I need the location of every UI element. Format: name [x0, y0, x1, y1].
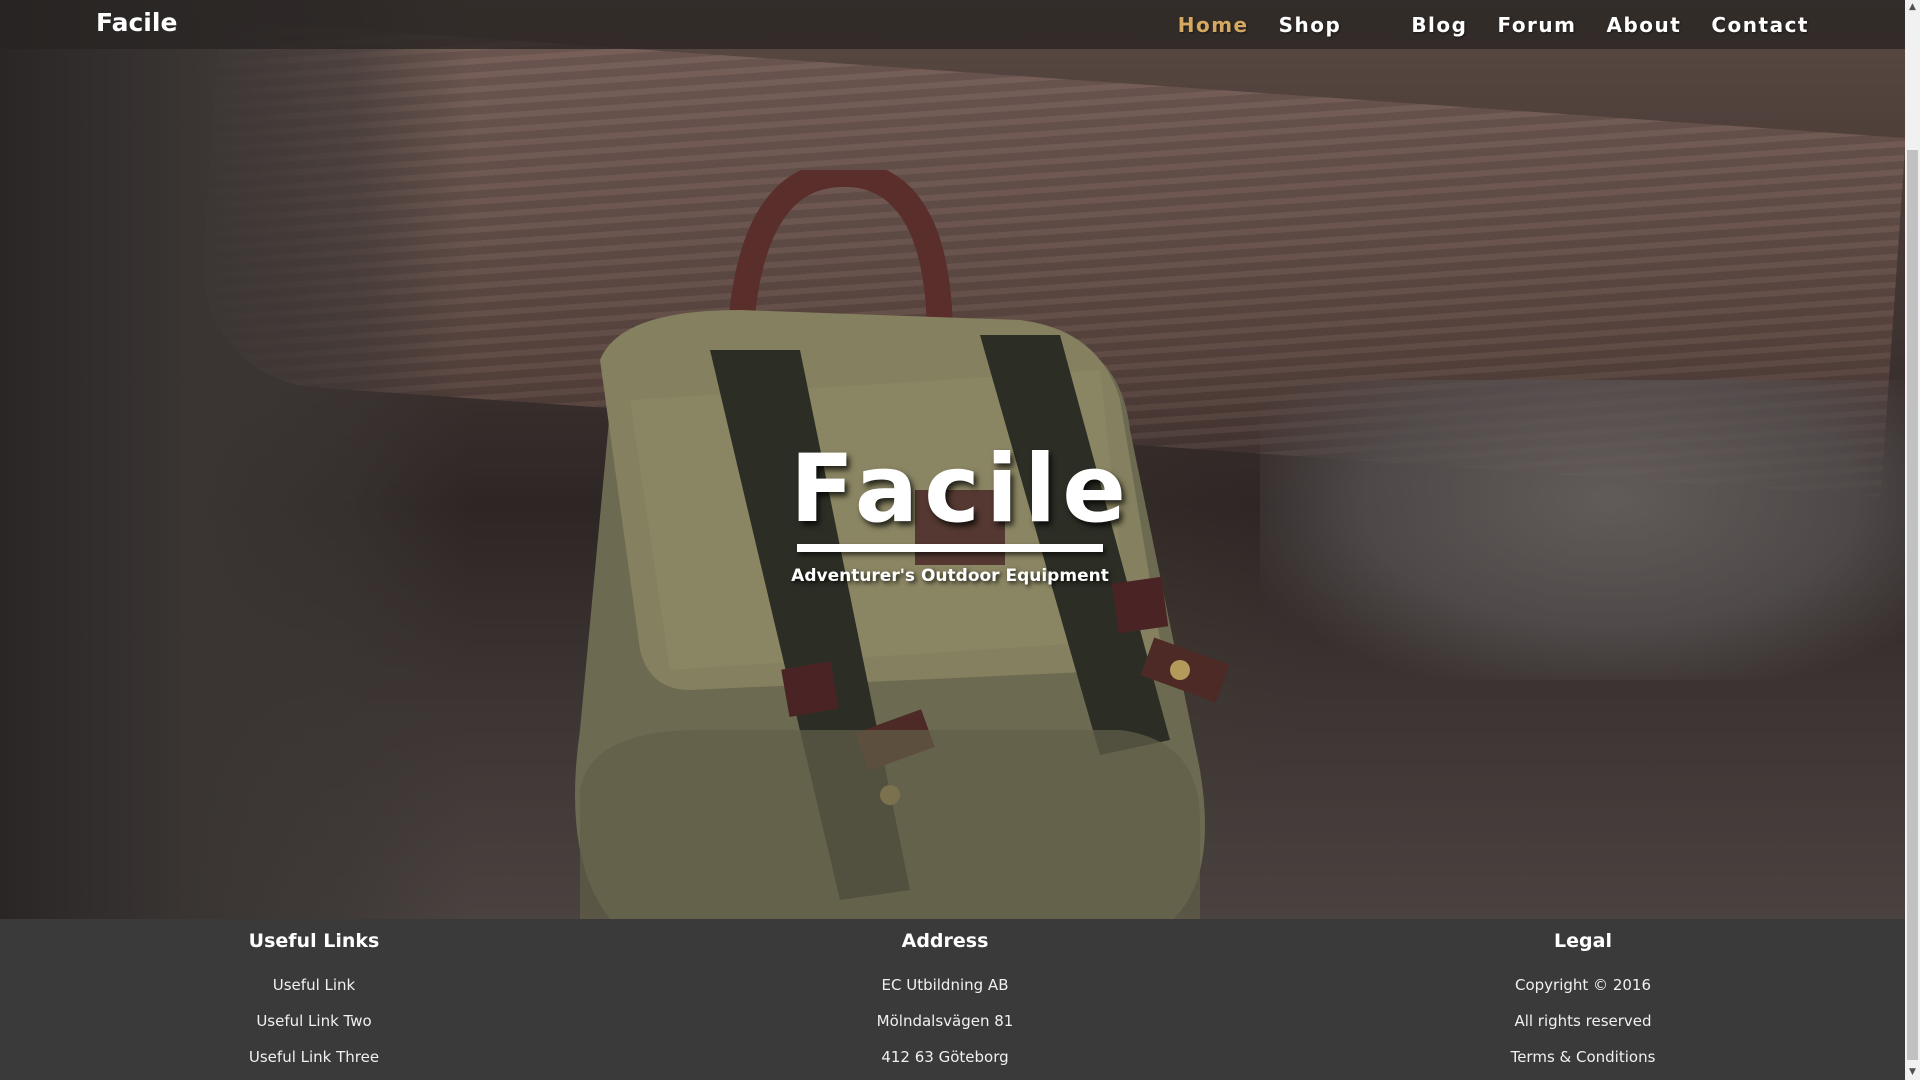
nav-links: Home Shop Blog Forum About Contact — [1148, 0, 1809, 49]
footer-link-useful-link-three[interactable]: Useful Link Three — [114, 1039, 514, 1075]
footer-address-company: EC Utbildning AB — [881, 976, 1009, 994]
hero-title-block: Facile Adventurer's Outdoor Equipment — [790, 435, 1133, 587]
footer-column-useful-links: Useful Links Useful Link Useful Link Two… — [114, 929, 514, 1075]
scroll-up-arrow-icon[interactable]: ▲ — [1905, 0, 1920, 15]
footer-rights: All rights reserved — [1514, 1012, 1652, 1030]
nav-link-about[interactable]: About — [1607, 13, 1682, 37]
footer-heading-useful-links: Useful Links — [248, 930, 380, 952]
hero-section: Facile Adventurer's Outdoor Equipment — [0, 0, 1905, 919]
scrollbar-thumb[interactable] — [1907, 150, 1918, 1060]
footer-heading-legal: Legal — [1554, 930, 1612, 952]
footer-column-address: Address EC Utbildning AB Mölndalsvägen 8… — [745, 929, 1145, 1075]
nav-link-home[interactable]: Home — [1178, 13, 1249, 37]
hero-background-tree — [0, 0, 470, 919]
hero-subtitle: Adventurer's Outdoor Equipment — [791, 566, 1109, 586]
footer-address-street: Mölndalsvägen 81 — [876, 1012, 1014, 1030]
nav-link-forum[interactable]: Forum — [1497, 13, 1576, 37]
nav-link-blog[interactable]: Blog — [1411, 13, 1467, 37]
footer-link-useful-link[interactable]: Useful Link — [114, 967, 514, 1003]
footer-address-city: 412 63 Göteborg — [881, 1048, 1009, 1066]
hero-title-underline — [797, 544, 1103, 552]
vertical-scrollbar[interactable]: ▲ ▼ — [1905, 0, 1920, 1080]
footer-copyright: Copyright © 2016 — [1514, 976, 1651, 994]
footer-link-terms[interactable]: Terms & Conditions — [1383, 1039, 1783, 1075]
brand-logo-link[interactable]: Facile — [96, 8, 177, 37]
page-footer: Useful Links Useful Link Useful Link Two… — [0, 919, 1905, 1080]
nav-link-shop[interactable]: Shop — [1279, 13, 1342, 37]
hero-background-rock — [1260, 380, 1905, 680]
top-navbar: Facile Home Shop Blog Forum About Contac… — [0, 0, 1905, 49]
hero-title: Facile — [790, 435, 1133, 544]
scroll-down-arrow-icon[interactable]: ▼ — [1905, 1065, 1920, 1080]
nav-link-contact[interactable]: Contact — [1711, 13, 1809, 37]
footer-link-useful-link-two[interactable]: Useful Link Two — [114, 1003, 514, 1039]
page: Facile Adventurer's Outdoor Equipment Fa… — [0, 0, 1905, 1080]
footer-column-legal: Legal Copyright © 2016 All rights reserv… — [1383, 929, 1783, 1075]
footer-heading-address: Address — [901, 930, 989, 952]
